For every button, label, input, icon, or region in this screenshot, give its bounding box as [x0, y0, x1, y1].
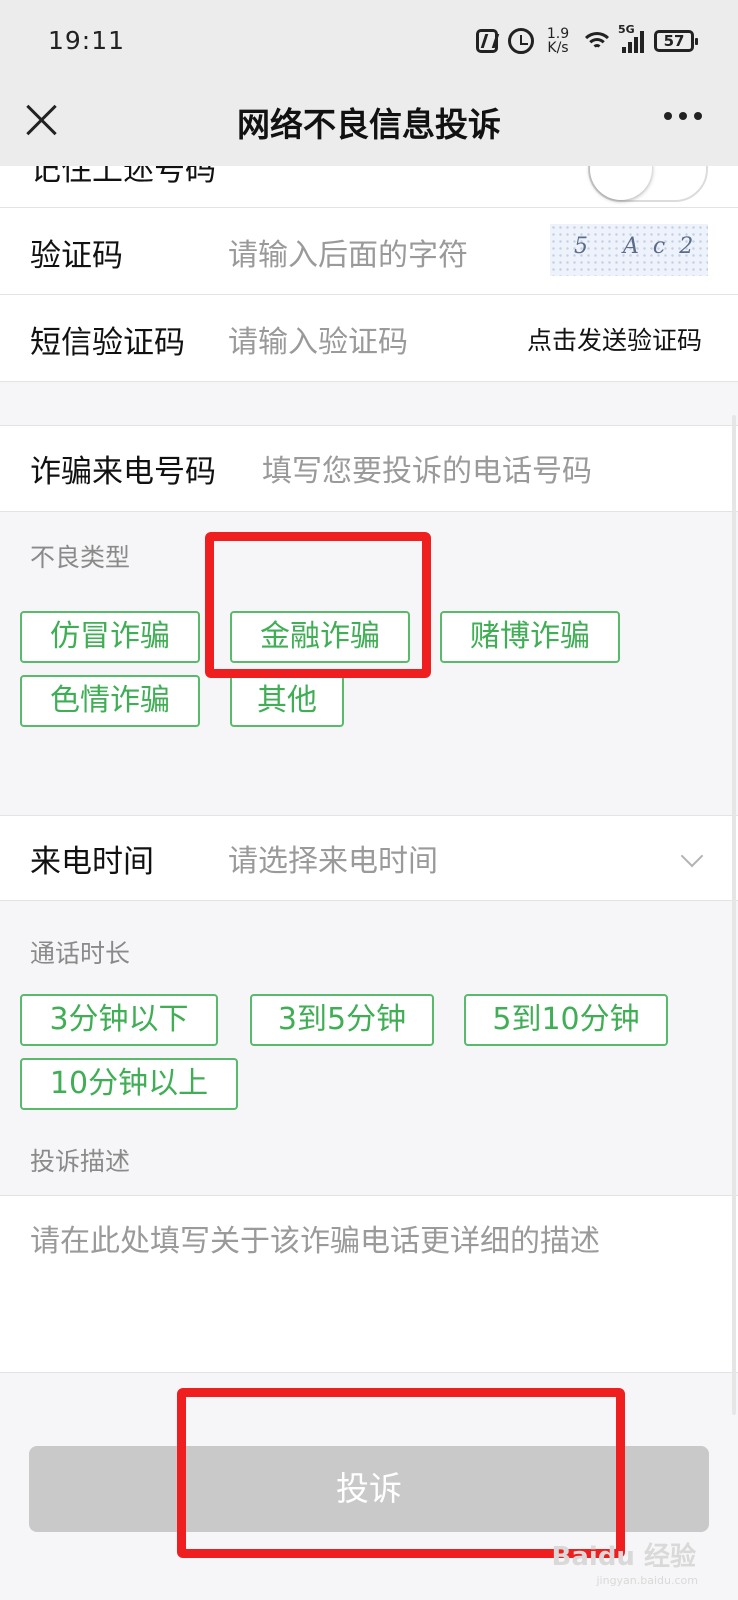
toggle-knob: [590, 166, 652, 200]
call-time-label: 来电时间: [30, 844, 154, 880]
status-icons: 1.9 K/s 5G 57: [476, 23, 698, 58]
bad-type-label: 不良类型: [30, 543, 131, 572]
captcha-input[interactable]: 请输入后面的字符: [228, 230, 468, 274]
app-screen: 19:11 1.9 K/s 5G 57 网络不良信息投诉 记住上述号码 验证码 …: [0, 0, 738, 1600]
type-chip-impersonation[interactable]: 仿冒诈骗: [20, 611, 200, 663]
watermark-logo: Baidu 经验: [551, 1542, 696, 1572]
remember-number-row: 记住上述号码: [0, 166, 738, 208]
description-textarea[interactable]: 请在此处填写关于该诈骗电话更详细的描述: [0, 1195, 738, 1373]
type-chip-pornography[interactable]: 色情诈骗: [20, 675, 200, 727]
fraud-phone-row: 诈骗来电号码 填写您要投诉的电话号码: [0, 425, 738, 512]
status-time: 19:11: [48, 26, 126, 55]
network-speed: 1.9 K/s: [544, 27, 572, 55]
network-speed-unit: K/s: [547, 40, 569, 56]
description-placeholder: 请在此处填写关于该诈骗电话更详细的描述: [30, 1224, 600, 1259]
battery-level: 57: [663, 32, 685, 50]
page-title: 网络不良信息投诉: [237, 105, 501, 144]
sms-code-label: 短信验证码: [30, 325, 185, 361]
battery-icon: 57: [654, 30, 698, 52]
type-chip-gambling[interactable]: 赌博诈骗: [440, 611, 620, 663]
watermark-site: jingyan.baidu.com: [596, 1574, 698, 1587]
fraud-phone-label: 诈骗来电号码: [30, 454, 216, 490]
network-type: 5G: [618, 23, 635, 36]
nfc-icon: [476, 29, 498, 53]
captcha-image-text: 5 Ac2: [574, 234, 708, 259]
sms-code-input[interactable]: 请输入验证码: [228, 317, 408, 361]
duration-chip-under-3[interactable]: 3分钟以下: [20, 994, 218, 1046]
captcha-label: 验证码: [30, 238, 123, 274]
network-speed-value: 1.9: [546, 26, 570, 42]
more-options-icon[interactable]: [664, 112, 702, 120]
fraud-phone-input[interactable]: 填写您要投诉的电话号码: [262, 446, 592, 490]
send-sms-code-button[interactable]: 点击发送验证码: [527, 321, 702, 357]
nav-bar: 网络不良信息投诉: [0, 82, 738, 166]
remember-number-label: 记住上述号码: [30, 166, 216, 188]
submit-complaint-button[interactable]: 投诉: [29, 1446, 709, 1532]
wifi-icon: [582, 30, 612, 52]
scrollbar[interactable]: [732, 415, 736, 1415]
duration-label: 通话时长: [30, 939, 131, 968]
type-chip-other[interactable]: 其他: [230, 675, 344, 727]
captcha-row: 验证码 请输入后面的字符 5 Ac2: [0, 208, 738, 295]
description-label: 投诉描述: [30, 1147, 131, 1176]
captcha-image[interactable]: 5 Ac2: [550, 224, 708, 276]
type-chip-financial[interactable]: 金融诈骗: [230, 611, 410, 663]
chevron-down-icon[interactable]: [680, 844, 704, 868]
remember-number-toggle[interactable]: [588, 166, 708, 202]
duration-chip-5-to-10[interactable]: 5到10分钟: [464, 994, 668, 1046]
sms-code-row: 短信验证码 请输入验证码 点击发送验证码: [0, 295, 738, 382]
duration-chip-over-10[interactable]: 10分钟以上: [20, 1058, 238, 1110]
duration-chip-3-to-5[interactable]: 3到5分钟: [250, 994, 434, 1046]
status-bar: 19:11 1.9 K/s 5G 57: [0, 0, 738, 82]
signal-icon: 5G: [618, 23, 644, 53]
call-time-row[interactable]: 来电时间 请选择来电时间: [0, 815, 738, 901]
alarm-icon: [508, 28, 534, 54]
call-time-select[interactable]: 请选择来电时间: [228, 836, 438, 880]
